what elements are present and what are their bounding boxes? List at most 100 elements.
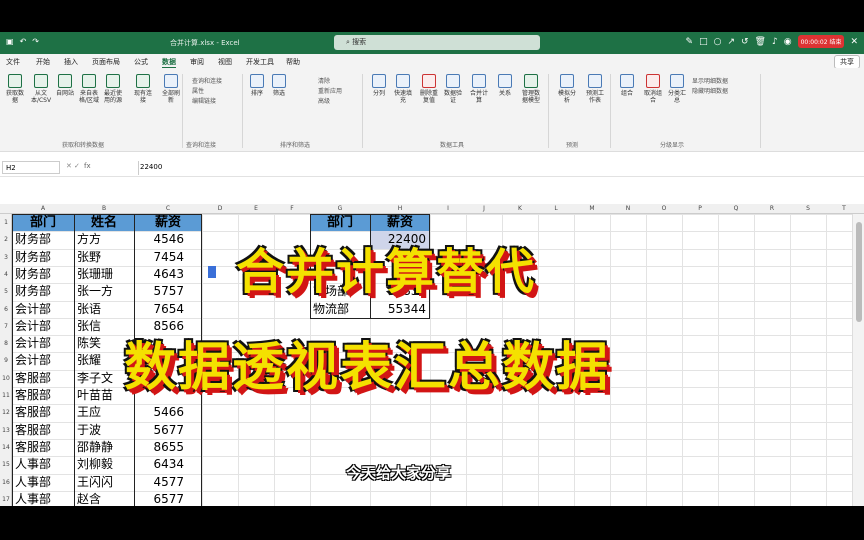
camera-icon[interactable]: ◉	[784, 37, 792, 47]
menu-9[interactable]: 帮助	[286, 57, 300, 67]
delete-icon[interactable]: 🗑	[755, 37, 766, 47]
column-header-E[interactable]: E	[254, 205, 258, 212]
column-header-K[interactable]: K	[518, 205, 522, 212]
column-header-O[interactable]: O	[662, 205, 667, 212]
column-header-C[interactable]: C	[166, 205, 170, 212]
save-icon[interactable]: ▣	[6, 37, 14, 46]
menu-7[interactable]: 视图	[218, 57, 232, 67]
pen-icon[interactable]: ✎	[686, 37, 694, 47]
ribbon-group-button[interactable]: 组合	[616, 74, 638, 97]
column-header-J[interactable]: J	[483, 205, 485, 212]
menu-0[interactable]: 文件	[6, 57, 20, 67]
column-header-A[interactable]: A	[41, 205, 45, 212]
share-button[interactable]: 共享	[834, 55, 860, 69]
ribbon-recent-sources-button[interactable]: 最近使用的源	[102, 74, 124, 104]
rectangle-icon[interactable]: □	[699, 37, 708, 47]
column-header-L[interactable]: L	[554, 205, 557, 212]
ribbon-relationships-button[interactable]: 关系	[494, 74, 516, 97]
row-header-8[interactable]: 8	[1, 340, 11, 347]
row-header-3[interactable]: 3	[1, 254, 11, 261]
row-header-13[interactable]: 13	[1, 427, 11, 434]
insert-function-button[interactable]: fx	[84, 162, 91, 170]
ribbon-consolidate-button[interactable]: 合并计算	[468, 74, 490, 104]
menu-2[interactable]: 插入	[64, 57, 78, 67]
column-header-M[interactable]: M	[589, 205, 594, 212]
ribbon-what-if-button[interactable]: 模拟分析	[556, 74, 578, 104]
ribbon-small-item[interactable]: 查询和连接	[192, 76, 222, 85]
column-header-Q[interactable]: Q	[734, 205, 739, 212]
scroll-thumb[interactable]	[856, 222, 862, 322]
ribbon-web-button[interactable]: 自网站	[54, 74, 76, 97]
ribbon-sort-button[interactable]: 排序	[246, 74, 268, 97]
cursor-marker	[208, 266, 216, 278]
row-header-16[interactable]: 16	[1, 479, 11, 486]
row-header-6[interactable]: 6	[1, 306, 11, 313]
ribbon-ungroup-button[interactable]: 取消组合	[642, 74, 664, 104]
ribbon-filter-button[interactable]: 筛选	[268, 74, 290, 97]
column-header-T[interactable]: T	[842, 205, 846, 212]
ribbon-text-csv-button[interactable]: 从文本/CSV	[30, 74, 52, 104]
ribbon-small-item[interactable]: 显示明细数据	[692, 76, 728, 85]
row-header-2[interactable]: 2	[1, 236, 11, 243]
column-header-D[interactable]: D	[218, 205, 223, 212]
search-input[interactable]: ⌕ 搜索	[334, 35, 540, 50]
row-header-17[interactable]: 17	[1, 496, 11, 503]
row-header-14[interactable]: 14	[1, 444, 11, 451]
row-header-7[interactable]: 7	[1, 323, 11, 330]
name-box[interactable]: H2	[2, 161, 60, 174]
row-header-15[interactable]: 15	[1, 461, 11, 468]
column-header-R[interactable]: R	[770, 205, 774, 212]
ribbon-small-item[interactable]: 编辑链接	[192, 96, 216, 105]
menu-4[interactable]: 公式	[134, 57, 148, 67]
undo-icon[interactable]: ↺	[741, 37, 749, 47]
ribbon-flash-fill-button[interactable]: 快速填充	[392, 74, 414, 104]
recording-timer[interactable]: 00:00:02 结束	[797, 35, 845, 48]
ribbon-small-item[interactable]: 重新应用	[318, 86, 342, 95]
ribbon-small-item[interactable]: 清除	[318, 76, 330, 85]
column-header-S[interactable]: S	[806, 205, 810, 212]
menu-8[interactable]: 开发工具	[246, 57, 274, 67]
enter-icon[interactable]: ✓	[74, 162, 80, 170]
formula-input[interactable]: 22400	[140, 163, 162, 171]
ribbon-table-range-button[interactable]: 来自表格/区域	[78, 74, 100, 104]
ribbon-small-item[interactable]: 属性	[192, 86, 204, 95]
row-header-1[interactable]: 1	[1, 219, 11, 226]
menu-1[interactable]: 开始	[36, 57, 50, 67]
ribbon-text-to-columns-button[interactable]: 分列	[368, 74, 390, 97]
vertical-scrollbar[interactable]	[852, 214, 864, 506]
row-header-11[interactable]: 11	[1, 392, 11, 399]
ribbon-remove-duplicates-button[interactable]: 删除重复值	[418, 74, 440, 104]
ribbon-small-item[interactable]: 隐藏明细数据	[692, 86, 728, 95]
menu-5[interactable]: 数据	[162, 57, 176, 68]
ribbon-existing-connections-button[interactable]: 现有连接	[132, 74, 154, 104]
row-header-10[interactable]: 10	[1, 375, 11, 382]
arrow-icon[interactable]: ↗	[727, 37, 735, 47]
close-icon[interactable]: ✕	[850, 37, 858, 47]
row-header-5[interactable]: 5	[1, 288, 11, 295]
row-header-12[interactable]: 12	[1, 409, 11, 416]
column-header-B[interactable]: B	[102, 205, 106, 212]
ribbon-small-item[interactable]: 高级	[318, 96, 330, 105]
ribbon-forecast-button[interactable]: 预测工作表	[584, 74, 606, 104]
ribbon-subtotal-button[interactable]: 分类汇总	[666, 74, 688, 104]
ribbon-refresh-all-button[interactable]: 全部刷新	[160, 74, 182, 104]
row-header-4[interactable]: 4	[1, 271, 11, 278]
column-header-F[interactable]: F	[290, 205, 293, 212]
column-header-I[interactable]: I	[447, 205, 449, 212]
column-header-P[interactable]: P	[698, 205, 702, 212]
column-header-N[interactable]: N	[626, 205, 631, 212]
undo-icon[interactable]: ↶	[20, 37, 27, 46]
ribbon-get-data-button[interactable]: 获取数据	[4, 74, 26, 104]
ribbon-data-model-button[interactable]: 管理数据模型	[520, 74, 542, 104]
volume-icon[interactable]: ♪	[772, 37, 778, 47]
redo-icon[interactable]: ↷	[32, 37, 39, 46]
menu-6[interactable]: 审阅	[190, 57, 204, 67]
gridline-v	[682, 214, 683, 506]
column-header-G[interactable]: G	[338, 205, 343, 212]
row-header-9[interactable]: 9	[1, 357, 11, 364]
ribbon-data-validation-button[interactable]: 数据验证	[442, 74, 464, 104]
circle-icon[interactable]: ○	[714, 37, 722, 47]
column-header-H[interactable]: H	[398, 205, 403, 212]
cancel-icon[interactable]: ✕	[66, 162, 72, 170]
menu-3[interactable]: 页面布局	[92, 57, 120, 67]
